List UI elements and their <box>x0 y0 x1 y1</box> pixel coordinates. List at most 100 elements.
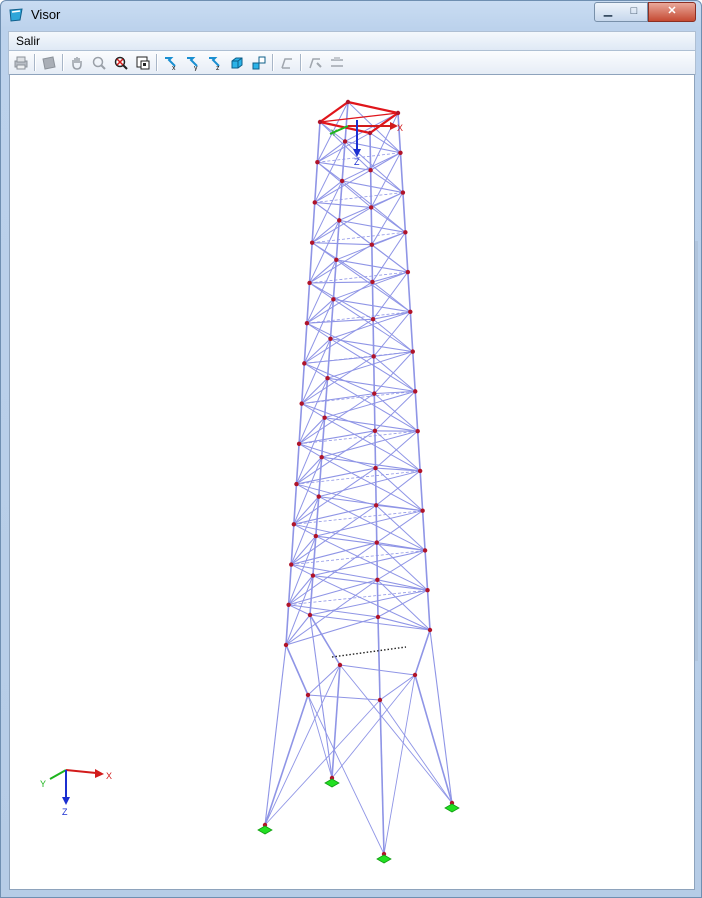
global-axis-x-label: X <box>106 771 112 781</box>
tower-horizontal-member <box>306 318 374 324</box>
tower-node <box>315 160 320 165</box>
tower-horizontal-member <box>301 377 328 405</box>
pan-hand-icon <box>72 57 82 70</box>
iso-view-button[interactable] <box>228 54 246 72</box>
print-icon <box>14 56 28 70</box>
minimize-button[interactable]: ▁ <box>594 2 622 22</box>
tower-node <box>422 548 428 553</box>
tower-brace-member <box>318 470 421 498</box>
tower-lower-brace-member <box>264 699 381 826</box>
zoom-all-icon <box>114 56 128 70</box>
tower-node <box>291 522 297 527</box>
zoom-window-icon <box>136 56 150 70</box>
zoom-window-button[interactable] <box>134 54 152 72</box>
tower-leg-member <box>369 132 372 171</box>
tower-leg-member <box>404 232 409 273</box>
tower-node <box>370 279 375 285</box>
model-viewport[interactable]: X Y Z X Y Z <box>9 74 695 890</box>
tower-leg-member <box>426 590 431 631</box>
minimize-icon: ▁ <box>603 5 613 17</box>
tower-node <box>307 612 313 618</box>
maximize-button[interactable]: □ <box>621 2 648 22</box>
tower-brace-member <box>285 579 378 646</box>
tower-node <box>375 614 381 620</box>
menu-item-salir[interactable]: Salir <box>16 34 40 48</box>
global-axis-z-label: Z <box>62 807 68 817</box>
zoom-button[interactable] <box>90 54 108 72</box>
tower-horizontal-member <box>306 298 334 324</box>
close-button[interactable]: ✕ <box>648 2 696 22</box>
tower-node <box>283 642 289 648</box>
tower-leg-member <box>376 579 379 618</box>
support-symbol <box>324 778 340 788</box>
tower-node <box>342 139 348 144</box>
tower-node <box>371 354 376 359</box>
tower-model: X Y Z X Y Z <box>40 99 460 864</box>
tower-lower-leg-member <box>414 629 431 676</box>
tower-lower-leg-member <box>264 694 309 826</box>
iso-view-2-button[interactable] <box>250 54 268 72</box>
tower-node <box>304 320 310 326</box>
tower-horizontal-member <box>303 338 331 364</box>
tower-node <box>345 99 351 105</box>
tower-node <box>398 150 403 155</box>
zoom-all-button[interactable] <box>112 54 130 72</box>
tower-lower-horizontal-member <box>307 694 381 701</box>
tower-members <box>264 101 453 855</box>
display-members-button[interactable] <box>278 54 296 72</box>
iso-view-2-icon <box>252 56 266 70</box>
tower-horizontal-member <box>333 298 411 313</box>
tower-brace-member <box>370 207 406 233</box>
tower-brace-member <box>296 483 377 506</box>
view-y-button[interactable]: y <box>184 54 202 72</box>
tower-horizontal-member <box>330 338 413 353</box>
tower-leg-member <box>311 202 316 243</box>
tower-horizontal-member <box>309 281 373 284</box>
title-bar[interactable]: Visor ▁ □ ✕ <box>1 1 701 29</box>
tower-node <box>310 573 316 578</box>
tower-lower-brace-member <box>383 674 416 855</box>
view-z-button[interactable]: z <box>206 54 224 72</box>
support-symbol <box>444 803 460 813</box>
export-button[interactable] <box>40 54 58 72</box>
tower-lower-brace-member <box>307 694 385 855</box>
tower-plan-brace <box>288 589 428 606</box>
tower-leg-member <box>419 470 424 511</box>
tower-node <box>420 508 425 513</box>
display-settings-icon <box>309 58 322 69</box>
tower-brace-member <box>324 417 421 472</box>
view-x-icon: x <box>165 57 176 71</box>
display-numbering-icon <box>331 57 343 67</box>
display-numbering-button[interactable] <box>328 54 346 72</box>
display-settings-button[interactable] <box>306 54 324 72</box>
tower-horizontal-member <box>293 496 320 525</box>
model-axis-y-label: Y <box>331 128 337 138</box>
view-y-icon: y <box>187 57 198 71</box>
tower-lower-leg-member <box>331 664 341 779</box>
tower-lower-brace-member <box>264 644 287 826</box>
tower-node <box>305 692 311 698</box>
view-z-icon: z <box>209 57 220 71</box>
print-button[interactable] <box>12 54 30 72</box>
tower-brace-member <box>321 456 423 512</box>
tower-horizontal-member <box>291 542 377 566</box>
tower-node <box>307 280 312 286</box>
tower-brace-member <box>291 564 378 581</box>
svg-text:z: z <box>216 65 220 71</box>
tower-leg-member <box>375 505 378 543</box>
view-x-button[interactable]: x <box>162 54 180 72</box>
tower-lower-brace-member <box>377 616 385 855</box>
tower-leg-member <box>316 121 321 163</box>
svg-text:x: x <box>172 65 176 71</box>
tower-lower-leg-member <box>414 674 453 804</box>
tower-node <box>417 468 423 474</box>
tower-node <box>302 361 307 366</box>
zoom-icon <box>92 56 106 70</box>
tower-node <box>372 428 378 434</box>
tower-supports <box>257 778 460 864</box>
tower-node <box>331 297 336 302</box>
toolbar: x y z <box>8 50 696 75</box>
tower-leg-member <box>313 162 319 203</box>
pan-button[interactable] <box>68 54 86 72</box>
tower-horizontal-member <box>285 616 379 646</box>
